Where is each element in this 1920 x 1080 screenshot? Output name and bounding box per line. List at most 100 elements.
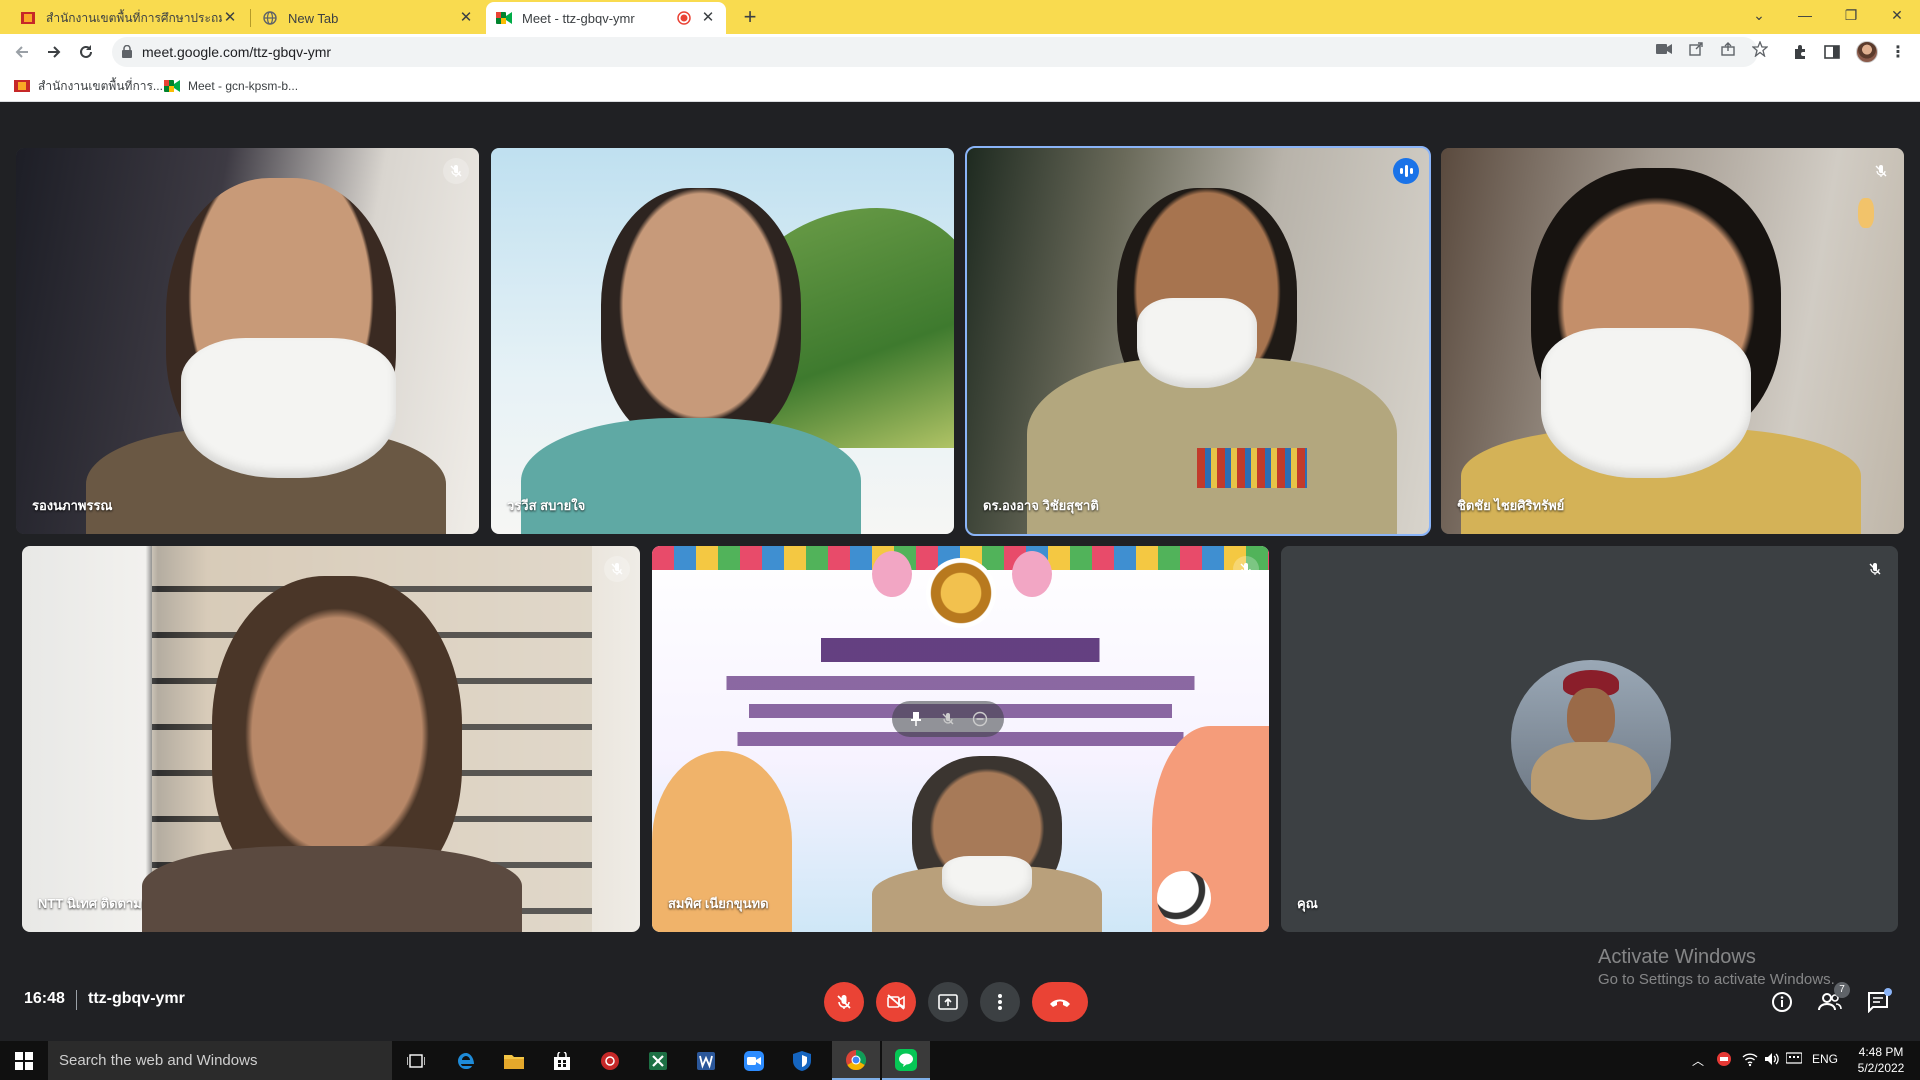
participant-tile[interactable]: NTT นิเทศ ติดตาม [22, 546, 640, 932]
tab-label: New Tab [288, 10, 339, 26]
participant-tile-active-speaker[interactable]: ดร.องอาจ วิชัยสุชาติ [965, 146, 1431, 536]
present-screen-button[interactable] [928, 982, 968, 1022]
zoom-icon[interactable] [730, 1041, 778, 1080]
meeting-time: 16:48 [24, 990, 65, 1007]
meeting-details-button[interactable] [1766, 986, 1798, 1018]
bookmark-meet[interactable]: Meet - gcn-kpsm-b... [164, 77, 298, 95]
lock-icon[interactable] [122, 44, 132, 63]
restore-icon[interactable]: ❐ [1828, 0, 1874, 30]
leave-call-button[interactable] [1032, 982, 1088, 1022]
file-explorer-icon[interactable] [490, 1041, 538, 1080]
more-vert-icon [998, 994, 1002, 1010]
system-clock[interactable]: 4:48 PM 5/2/2022 [1848, 1044, 1914, 1076]
self-tile[interactable]: คุณ [1281, 546, 1898, 932]
tab-search-icon[interactable]: ⌄ [1736, 0, 1782, 30]
close-window-icon[interactable]: ✕ [1874, 0, 1920, 30]
reload-icon[interactable] [72, 38, 100, 66]
word-icon[interactable] [682, 1041, 730, 1080]
security-shield-icon[interactable] [778, 1041, 826, 1080]
participant-video [652, 546, 1269, 932]
back-icon[interactable] [8, 38, 36, 66]
minimize-icon[interactable]: — [1782, 0, 1828, 30]
participant-tile[interactable]: วรวีส สบายใจ [491, 148, 954, 534]
participant-video [1441, 148, 1904, 534]
participant-tile[interactable]: สมพิศ เนียกขุนทด [652, 546, 1269, 932]
excel-icon[interactable] [634, 1041, 682, 1080]
participant-video [491, 148, 954, 534]
store-icon[interactable] [538, 1041, 586, 1080]
line-app-icon[interactable] [882, 1041, 930, 1080]
bookmark-school-office[interactable]: สำนักงานเขตพื้นที่การ... [14, 77, 163, 95]
more-menu-icon[interactable]: ⋮ [1888, 42, 1908, 62]
remove-participant-icon[interactable] [969, 708, 991, 730]
muted-mic-icon [443, 158, 469, 184]
camera-toggle-button[interactable] [876, 982, 916, 1022]
school-office-favicon-icon [14, 80, 30, 92]
profile-avatar[interactable] [1856, 41, 1878, 63]
taskbar-search-box[interactable]: Search the web and Windows [48, 1041, 392, 1080]
meeting-controls-bar: 16:48 ttz-gbqv-ymr 7 [0, 968, 1920, 1041]
meet-stage: รองนภาพรรณ วรวีส สบายใจ ดร.องอาจ วิชัยสุ… [0, 103, 1920, 1041]
camera-in-use-icon[interactable] [1656, 41, 1672, 57]
chrome-icon[interactable] [832, 1041, 880, 1080]
participant-tile[interactable]: รองนภาพรรณ [16, 148, 479, 534]
participant-video [22, 546, 640, 932]
participant-name: NTT นิเทศ ติดตาม [38, 896, 142, 911]
tile-hover-controls [892, 701, 1004, 737]
participant-tile[interactable]: ชิตชัย ไชยศิริทรัพย์ [1441, 148, 1904, 534]
participant-name: คุณ [1297, 896, 1318, 911]
url-text: meet.google.com/ttz-gbqv-ymr [142, 44, 332, 60]
mic-off-icon [837, 995, 851, 1009]
tab-school-office[interactable]: สำนักงานเขตพื้นที่การศึกษาประถมศึกษ ✕ [10, 2, 248, 34]
globe-icon [262, 10, 278, 26]
bookmark-label: Meet - gcn-kpsm-b... [188, 79, 299, 93]
muted-mic-icon [1868, 158, 1894, 184]
search-placeholder: Search the web and Windows [59, 1052, 258, 1069]
pin-icon[interactable] [905, 708, 927, 730]
chat-button[interactable] [1862, 986, 1894, 1018]
game-app-icon[interactable] [586, 1041, 634, 1080]
tray-app-icon[interactable] [1716, 1051, 1732, 1070]
hang-up-icon [1050, 999, 1070, 1007]
more-options-button[interactable] [980, 982, 1020, 1022]
task-view-icon[interactable] [392, 1041, 440, 1080]
open-in-new-icon[interactable] [1688, 41, 1704, 57]
participant-name: ดร.องอาจ วิชัยสุชาติ [983, 498, 1099, 513]
forward-icon[interactable] [40, 38, 68, 66]
muted-mic-icon [1233, 556, 1259, 582]
windows-start-button[interactable] [0, 1041, 48, 1080]
address-bar[interactable]: meet.google.com/ttz-gbqv-ymr [112, 37, 1758, 67]
google-meet-icon [496, 10, 512, 26]
participant-name: วรวีส สบายใจ [507, 498, 586, 513]
bookmark-star-icon[interactable] [1752, 41, 1768, 57]
share-icon[interactable] [1720, 41, 1736, 57]
edge-browser-icon[interactable] [442, 1041, 490, 1080]
tab-meet[interactable]: Meet - ttz-gbqv-ymr ✕ [486, 2, 726, 34]
info-icon [1772, 992, 1792, 1012]
extensions-puzzle-icon[interactable] [1790, 42, 1810, 62]
close-icon[interactable]: ✕ [222, 10, 238, 26]
participant-name: รองนภาพรรณ [32, 498, 113, 513]
participant-name: ชิตชัย ไชยศิริทรัพย์ [1457, 498, 1565, 513]
poster-line [682, 676, 1239, 690]
unread-indicator [1884, 988, 1892, 996]
present-screen-icon [938, 994, 958, 1010]
new-tab-button[interactable]: + [736, 4, 764, 32]
speaking-indicator-icon [1393, 158, 1419, 184]
keyboard-icon[interactable] [1785, 1051, 1803, 1068]
close-icon[interactable]: ✕ [700, 10, 716, 26]
mic-toggle-button[interactable] [824, 982, 864, 1022]
clock-date: 5/2/2022 [1857, 1061, 1905, 1075]
tab-new-tab[interactable]: New Tab ✕ [252, 2, 484, 34]
volume-icon[interactable] [1764, 1051, 1780, 1070]
people-count-badge: 7 [1834, 982, 1850, 998]
wifi-icon[interactable] [1742, 1051, 1758, 1070]
input-language[interactable]: ENG [1812, 1052, 1838, 1066]
show-hidden-icons-icon[interactable]: ︿ [1692, 1052, 1704, 1069]
mute-participant-icon[interactable] [937, 708, 959, 730]
close-icon[interactable]: ✕ [458, 10, 474, 26]
meeting-code: ttz-gbqv-ymr [88, 990, 185, 1007]
participant-name: สมพิศ เนียกขุนทด [668, 896, 769, 911]
side-panel-icon[interactable] [1822, 42, 1842, 62]
people-button[interactable]: 7 [1814, 982, 1850, 1018]
